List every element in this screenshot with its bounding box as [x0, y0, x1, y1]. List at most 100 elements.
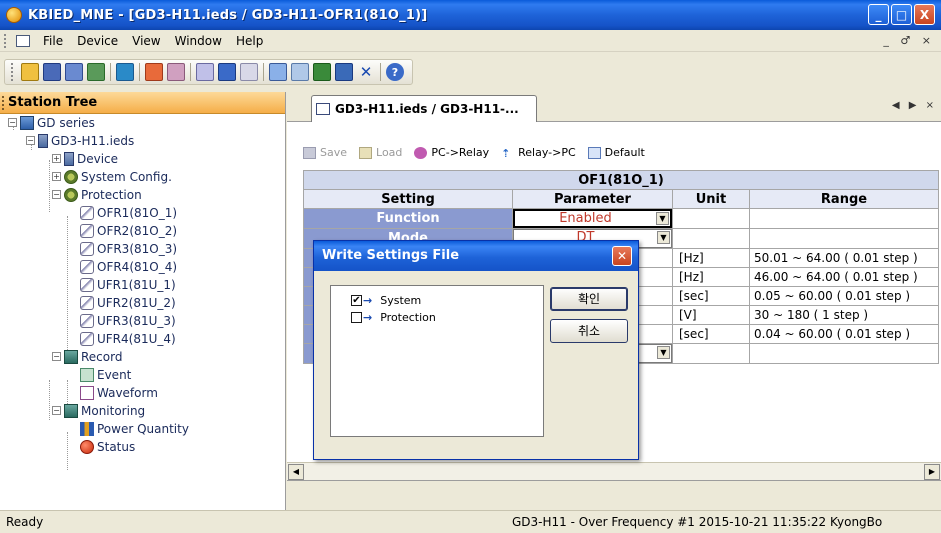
tree-node-ofr1[interactable]: OFR1(81O_1): [80, 204, 177, 221]
toolbar: ✕ ?: [0, 52, 941, 92]
tree-node-power-quantity[interactable]: Power Quantity: [80, 420, 189, 437]
function-select[interactable]: Enabled ▼: [513, 209, 672, 228]
header-range: Range: [749, 189, 939, 209]
tab-gd3-h11[interactable]: GD3-H11.ieds / GD3-H11-...: [311, 95, 537, 122]
unit-cell: [672, 228, 750, 249]
pc-to-relay-button[interactable]: PC->Relay: [414, 146, 489, 159]
group-title: OF1(81O_1): [303, 170, 939, 190]
menu-view[interactable]: View: [125, 34, 167, 48]
window-icon[interactable]: [269, 63, 287, 81]
collapse-icon[interactable]: −: [8, 118, 17, 127]
download-icon[interactable]: [145, 63, 163, 81]
horizontal-scrollbar[interactable]: ◀ ▶: [287, 462, 941, 480]
tree-node-ufr3[interactable]: UFR3(81U_3): [80, 312, 176, 329]
maximize-button[interactable]: □: [891, 4, 912, 25]
collapse-icon[interactable]: −: [52, 190, 61, 199]
tree-node-ofr3[interactable]: OFR3(81O_3): [80, 240, 177, 257]
toolbar-separator: [263, 63, 264, 81]
tree-node-gd-series[interactable]: − GD series: [8, 114, 95, 131]
default-button[interactable]: Default: [587, 146, 645, 159]
action-row: Save Load PC->Relay ⇡ Relay->PC Default: [303, 146, 645, 160]
save-disk-icon[interactable]: [43, 63, 61, 81]
tile-icon[interactable]: [313, 63, 331, 81]
dialog-close-button[interactable]: ✕: [612, 246, 632, 266]
tree-node-ufr1[interactable]: UFR1(81U_1): [80, 276, 176, 293]
menu-device[interactable]: Device: [70, 34, 125, 48]
book-icon[interactable]: [116, 63, 134, 81]
tree-node-status[interactable]: Status: [80, 438, 135, 455]
station-icon: [20, 115, 34, 130]
toolbar-separator: [110, 63, 111, 81]
tree-node-system-config[interactable]: + System Config.: [52, 168, 172, 185]
range-cell: 0.05 ~ 60.00 ( 0.01 step ): [749, 286, 939, 306]
list-item-protection[interactable]: → Protection: [351, 311, 436, 324]
arrange-icon[interactable]: [335, 63, 353, 81]
menu-help[interactable]: Help: [229, 34, 270, 48]
connect-icon[interactable]: [65, 63, 83, 81]
collapse-icon[interactable]: −: [52, 352, 61, 361]
write-settings-dialog: Write Settings File ✕ ✔ → System → Prote…: [313, 240, 639, 460]
arrow-icon: →: [363, 311, 373, 324]
expand-icon[interactable]: +: [52, 154, 61, 163]
tree-node-monitoring[interactable]: − Monitoring: [52, 402, 145, 419]
document-icon[interactable]: [16, 34, 30, 47]
tab-label: GD3-H11.ieds / GD3-H11-...: [335, 102, 519, 116]
tree-node-ufr2[interactable]: UFR2(81U_2): [80, 294, 176, 311]
close-all-icon[interactable]: ✕: [357, 63, 375, 81]
panel-grip[interactable]: [2, 96, 4, 110]
list-item-system[interactable]: ✔ → System: [351, 294, 421, 307]
save-button[interactable]: Save: [303, 146, 347, 159]
tree-node-ufr4[interactable]: UFR4(81U_4): [80, 330, 176, 347]
device-icon: [64, 151, 74, 166]
tree-node-waveform[interactable]: Waveform: [80, 384, 158, 401]
cascade-icon[interactable]: [291, 63, 309, 81]
scroll-right-icon[interactable]: ▶: [924, 464, 940, 480]
tree-node-ofr2[interactable]: OFR2(81O_2): [80, 222, 177, 239]
header-setting: Setting: [303, 189, 513, 209]
range-cell: 50.01 ~ 64.00 ( 0.01 step ): [749, 248, 939, 268]
help-icon[interactable]: ?: [386, 63, 404, 81]
tree-node-ieds-file[interactable]: − GD3-H11.ieds: [26, 132, 134, 149]
ok-button[interactable]: 확인: [550, 287, 628, 311]
menubar-grip[interactable]: [4, 33, 16, 48]
tab-navigation[interactable]: ◀ ▶ ×: [892, 100, 937, 111]
bar-chart-icon: [80, 421, 94, 436]
close-button[interactable]: X: [914, 4, 935, 25]
relay-to-pc-button[interactable]: ⇡ Relay->PC: [501, 146, 576, 160]
monitor-icon[interactable]: [218, 63, 236, 81]
station-tree-header: Station Tree: [0, 92, 285, 114]
dropdown-arrow-icon[interactable]: ▼: [656, 212, 669, 225]
network-icon[interactable]: [87, 63, 105, 81]
cancel-button[interactable]: 취소: [550, 319, 628, 343]
upload-icon[interactable]: [167, 63, 185, 81]
expand-icon[interactable]: +: [52, 172, 61, 181]
tree-node-device[interactable]: + Device: [52, 150, 118, 167]
unit-cell: [V]: [672, 305, 750, 325]
dropdown-arrow-icon[interactable]: ▼: [657, 346, 670, 359]
wrench-icon: [80, 313, 94, 328]
scroll-left-icon[interactable]: ◀: [288, 464, 304, 480]
tree-node-ofr4[interactable]: OFR4(81O_4): [80, 258, 177, 275]
dropdown-arrow-icon[interactable]: ▼: [657, 231, 670, 244]
collapse-icon[interactable]: −: [26, 136, 35, 145]
window-title: KBIED_MNE - [GD3-H11.ieds / GD3-H11-OFR1…: [28, 7, 428, 23]
menu-window[interactable]: Window: [168, 34, 229, 48]
menu-file[interactable]: File: [36, 34, 70, 48]
gear-icon: [64, 187, 78, 202]
open-folder-icon[interactable]: [21, 63, 39, 81]
system-checkbox[interactable]: ✔: [351, 295, 362, 306]
tree-node-protection[interactable]: − Protection: [52, 186, 142, 203]
event-icon: [80, 367, 94, 382]
list-icon[interactable]: [240, 63, 258, 81]
mdi-controls[interactable]: _ ♂ ×: [883, 34, 935, 47]
menu-bar: File Device View Window Help _ ♂ ×: [0, 30, 941, 52]
protection-checkbox[interactable]: [351, 312, 362, 323]
tree-node-event[interactable]: Event: [80, 366, 131, 383]
load-button[interactable]: Load: [359, 146, 402, 159]
pc-to-relay-icon: [414, 146, 428, 159]
toolbar-grip[interactable]: [11, 63, 15, 81]
tree-node-record[interactable]: − Record: [52, 348, 122, 365]
tool-icon[interactable]: [196, 63, 214, 81]
collapse-icon[interactable]: −: [52, 406, 61, 415]
minimize-button[interactable]: _: [868, 4, 889, 25]
